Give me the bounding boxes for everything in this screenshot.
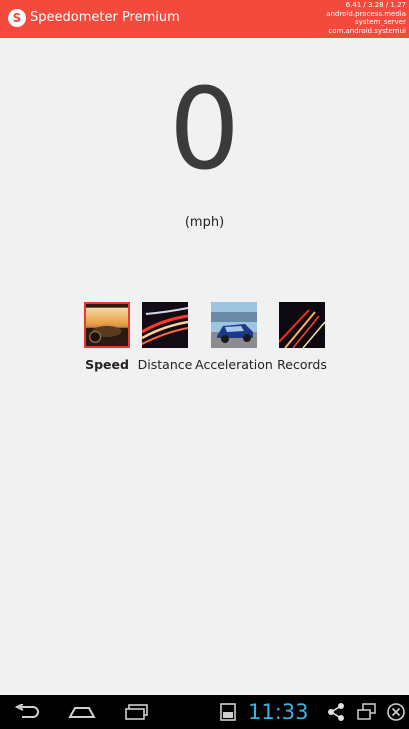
share-icon[interactable] [323,695,349,729]
light-trails-photo-icon[interactable] [142,302,188,348]
process-stats-overlay: 6.41 / 3.28 / 1.27 android.process.media… [326,1,406,35]
overlay-line-process-3: com.android.systemui [328,26,406,35]
speed-value: 0 [168,65,241,195]
overlay-line-process-1: android.process.media [326,9,406,18]
sports-car-photo-icon[interactable] [211,302,257,348]
screen-mirror-icon[interactable] [354,695,380,729]
back-icon[interactable] [10,695,44,729]
overlay-line-process-2: system_server [355,18,406,26]
app-bar: S Speedometer Premium 6.41 / 3.28 / 1.27… [0,0,409,38]
overlay-line-load: 6.41 / 3.28 / 1.27 [345,1,406,9]
system-nav-bar: 11:33 [0,695,409,729]
car-interior-photo-icon[interactable] [84,302,130,348]
tab-speed-label: Speed [85,357,129,372]
close-icon[interactable] [383,695,409,729]
screenshot-icon[interactable] [216,695,240,729]
tab-acceleration-label: Acceleration [195,357,273,372]
speed-unit: (mph) [184,215,225,230]
clock: 11:33 [248,700,309,724]
home-icon[interactable] [65,695,99,729]
night-traffic-photo-icon[interactable] [279,302,325,348]
recent-apps-icon[interactable] [120,695,154,729]
app-title: Speedometer Premium [30,10,180,25]
app-logo-icon: S [8,9,26,27]
tab-records-label: Records [277,357,327,372]
